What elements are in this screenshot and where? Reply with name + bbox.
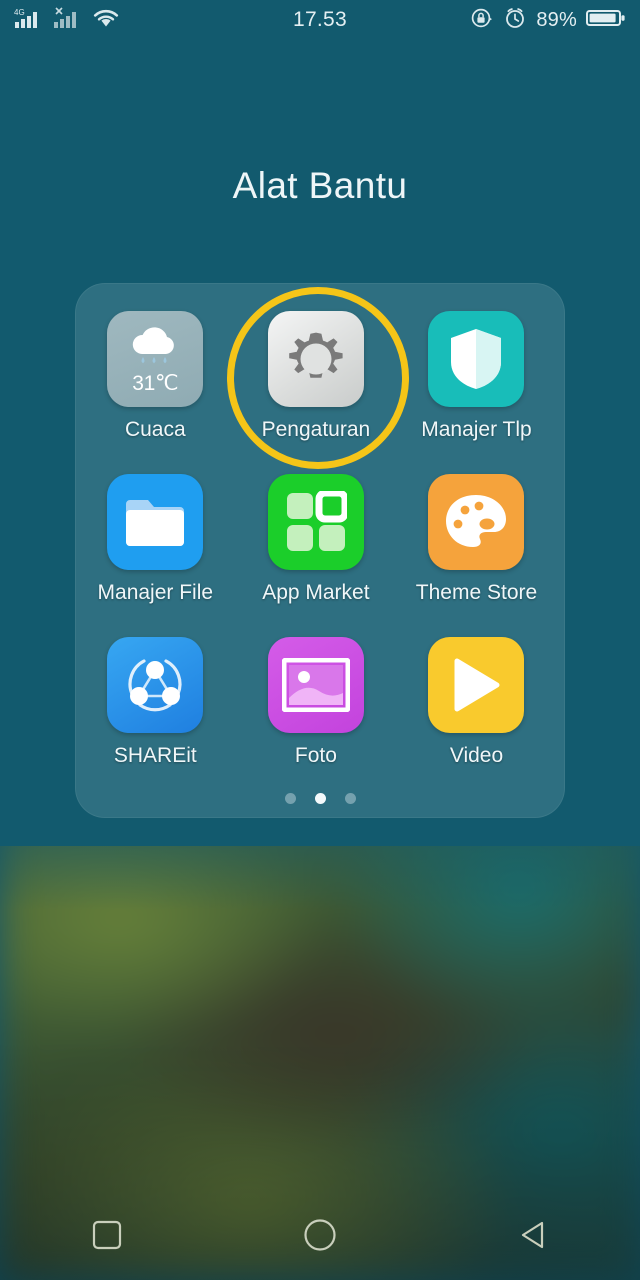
folder-title: Alat Bantu — [232, 165, 408, 206]
back-button[interactable] — [427, 1194, 640, 1280]
page-dot-2-active[interactable] — [314, 793, 326, 804]
phone-screen: 4G 17.53 89% Alat Bantu 31℃ Cuaca Pengat… — [0, 0, 640, 1280]
app-label: Pengaturan — [261, 418, 371, 441]
recents-button[interactable] — [0, 1194, 213, 1280]
app-label: SHAREit — [113, 744, 197, 767]
weather-temperature: 31℃ — [132, 372, 179, 395]
app-item-video[interactable]: Video — [396, 637, 557, 800]
app-label: Theme Store — [415, 581, 538, 604]
app-grid: 31℃ Cuaca Pengaturan Manajer Tlp Manajer… — [75, 311, 565, 800]
status-bar-clock: 17.53 — [292, 8, 348, 31]
circle-home-icon — [301, 1216, 339, 1259]
navigation-bar — [0, 1194, 640, 1280]
shield-icon — [428, 311, 525, 407]
gear-icon — [267, 311, 364, 407]
folder-panel: 31℃ Cuaca Pengaturan Manajer Tlp Manajer… — [75, 283, 565, 818]
app-item-theme-store[interactable]: Theme Store — [396, 474, 557, 637]
app-label: Manajer File — [97, 581, 214, 604]
app-item-shareit[interactable]: SHAREit — [75, 637, 236, 800]
photo-icon — [267, 637, 364, 733]
app-grid-icon — [267, 474, 364, 570]
app-label: App Market — [262, 581, 370, 604]
app-item-foto[interactable]: Foto — [236, 637, 397, 800]
app-item-cuaca[interactable]: 31℃ Cuaca — [75, 311, 236, 474]
app-item-manajer-file[interactable]: Manajer File — [75, 474, 236, 637]
palette-icon — [428, 474, 525, 570]
square-recents-icon — [90, 1218, 124, 1257]
app-item-app-market[interactable]: App Market — [236, 474, 397, 637]
app-label: Foto — [294, 744, 337, 767]
home-button[interactable] — [213, 1194, 426, 1280]
page-indicator — [75, 793, 565, 804]
app-label: Manajer Tlp — [421, 418, 532, 441]
play-triangle-icon — [428, 637, 525, 733]
app-label: Cuaca — [124, 418, 186, 441]
weather-rain-icon: 31℃ — [107, 311, 204, 407]
folder-icon — [107, 474, 204, 570]
status-bar: 4G 17.53 89% — [0, 0, 640, 40]
app-label: Video — [449, 744, 504, 767]
app-item-pengaturan[interactable]: Pengaturan — [236, 311, 397, 474]
page-dot-1[interactable] — [284, 793, 296, 804]
share-nodes-icon — [107, 637, 204, 733]
page-dot-3[interactable] — [344, 793, 356, 804]
triangle-back-icon — [515, 1217, 551, 1258]
app-item-manajer-tlp[interactable]: Manajer Tlp — [396, 311, 557, 474]
